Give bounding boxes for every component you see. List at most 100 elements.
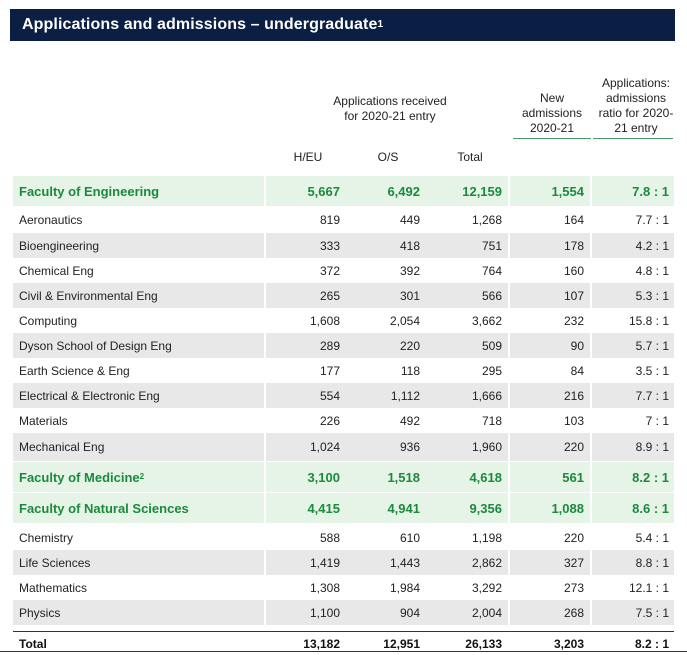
cell-adm: 216 — [563, 388, 584, 403]
column-separator — [508, 333, 510, 358]
table-row: Materials 226 492 718 103 7 : 1 — [13, 408, 674, 433]
table-title-banner: Applications and admissions – undergradu… — [10, 9, 675, 41]
column-separator — [264, 233, 266, 258]
cell-heu: 819 — [319, 212, 340, 227]
cell-os: 936 — [399, 440, 420, 454]
cell-heu: 1,608 — [309, 313, 340, 328]
cell-os: 1,112 — [390, 388, 420, 403]
column-separator — [508, 462, 510, 492]
table-row: Physics 1,100 904 2,004 268 7.5 : 1 — [13, 600, 674, 625]
column-separator — [508, 433, 510, 461]
row-name: Life Sciences — [19, 550, 90, 575]
cell-adm: 273 — [563, 580, 584, 595]
row-name-text: Computing — [19, 313, 78, 328]
column-separator — [508, 550, 510, 575]
column-separator — [590, 333, 592, 358]
cell-adm: 561 — [562, 469, 584, 485]
cell-adm: 220 — [563, 440, 584, 454]
table-row: Dyson School of Design Eng 289 220 509 90 5.7… — [13, 333, 674, 358]
cell-adm: 164 — [563, 212, 584, 227]
cell-ratio: 7.8 : 1 — [632, 183, 669, 199]
cell-ratio: 4.8 : 1 — [635, 263, 669, 278]
column-separator — [264, 433, 266, 461]
cell-total: 764 — [481, 263, 502, 278]
header-total: Total — [457, 150, 483, 164]
row-name: Electrical & Electronic Eng — [19, 383, 160, 408]
row-name: Faculty of Engineering — [19, 176, 159, 206]
header-applications-received: Applications received for 2020-21 entry — [333, 94, 447, 123]
column-separator — [590, 283, 592, 308]
header-new-admissions: New admissions 2020-21 — [521, 91, 583, 135]
cell-os: 4,941 — [387, 500, 420, 516]
table-row: Aeronautics 819 449 1,268 164 7.7 : 1 — [13, 207, 674, 232]
cell-ratio: 8.6 : 1 — [632, 500, 669, 516]
cell-ratio: 8.2 : 1 — [632, 469, 669, 485]
row-name-text: Physics — [19, 605, 61, 620]
column-separator — [590, 383, 592, 408]
column-separator — [508, 233, 510, 258]
table-row: Civil & Environmental Eng 265 301 566 107 5.3… — [13, 283, 674, 308]
column-separator — [508, 283, 510, 308]
cell-ratio: 5.4 : 1 — [635, 530, 669, 545]
row-name-text: Mechanical Eng — [19, 440, 105, 454]
cell-heu: 1,419 — [309, 555, 340, 570]
table-row: Mechanical Eng 1,024 936 1,960 220 8.9 : 1 — [13, 433, 674, 461]
header-ratio: Applications: admissions ratio for 2020-… — [598, 76, 674, 135]
row-name-text: Faculty of Natural Sciences — [19, 500, 189, 516]
row-name-text: Bioengineering — [19, 238, 100, 253]
column-separator — [508, 493, 510, 523]
cell-adm: 268 — [563, 605, 584, 620]
row-name: Earth Science & Eng — [19, 358, 130, 383]
column-separator — [264, 176, 266, 206]
cell-heu: 226 — [319, 413, 340, 428]
row-name-text: Faculty of Medicine — [19, 469, 140, 485]
cell-ratio: 7.7 : 1 — [635, 388, 669, 403]
header-os: O/S — [377, 150, 399, 164]
cell-total: 4,618 — [469, 469, 502, 485]
cell-total: 9,356 — [469, 500, 502, 516]
cell-total: 2,862 — [471, 555, 502, 570]
row-name-text: Life Sciences — [19, 555, 91, 570]
cell-ratio: 4.2 : 1 — [635, 238, 669, 253]
row-name-text: Electrical & Electronic Eng — [19, 388, 160, 403]
row-name-text: Chemical Eng — [19, 263, 94, 278]
row-name: Physics — [19, 600, 60, 625]
row-name-text: Mathematics — [19, 580, 88, 595]
row-name-text: Aeronautics — [19, 212, 83, 227]
cell-ratio: 3.5 : 1 — [635, 363, 669, 378]
cell-heu: 588 — [319, 530, 340, 545]
row-name: Faculty of Natural Sciences — [19, 493, 189, 523]
row-name: Computing — [19, 308, 77, 333]
row-name: Materials — [19, 408, 68, 433]
cell-heu: 4,415 — [307, 500, 340, 516]
cell-heu: 289 — [319, 338, 340, 353]
cell-heu: 554 — [319, 388, 340, 403]
cell-os: 449 — [399, 212, 420, 227]
cell-adm: 1,088 — [551, 500, 584, 516]
cell-os: 220 — [399, 338, 420, 353]
cell-adm: 327 — [563, 555, 584, 570]
table-row: Computing 1,608 2,054 3,662 232 15.8 : 1 — [13, 308, 674, 333]
column-separator — [264, 600, 266, 625]
cell-os: 1,984 — [389, 580, 420, 595]
column-separator — [590, 493, 592, 523]
column-separator — [264, 550, 266, 575]
cell-ratio: 5.7 : 1 — [635, 338, 669, 353]
cell-total: 2,004 — [471, 605, 502, 620]
cell-os: 904 — [399, 605, 420, 620]
title-footnote: 1 — [377, 18, 384, 30]
table-row: Chemistry 588 610 1,198 220 5.4 : 1 — [13, 525, 674, 550]
column-separator — [264, 462, 266, 492]
cell-os: 392 — [399, 263, 420, 278]
cell-adm: 1,554 — [551, 183, 584, 199]
cell-total: 3,292 — [471, 580, 502, 595]
cell-os: 2,054 — [389, 313, 420, 328]
cell-adm: 90 — [570, 338, 584, 353]
column-separator — [590, 550, 592, 575]
cell-ratio: 7 : 1 — [645, 413, 669, 428]
cell-adm: 107 — [563, 288, 584, 303]
column-separator — [590, 600, 592, 625]
row-name: Mechanical Eng — [19, 433, 104, 461]
column-separator — [264, 493, 266, 523]
cell-heu: 1,308 — [309, 580, 340, 595]
